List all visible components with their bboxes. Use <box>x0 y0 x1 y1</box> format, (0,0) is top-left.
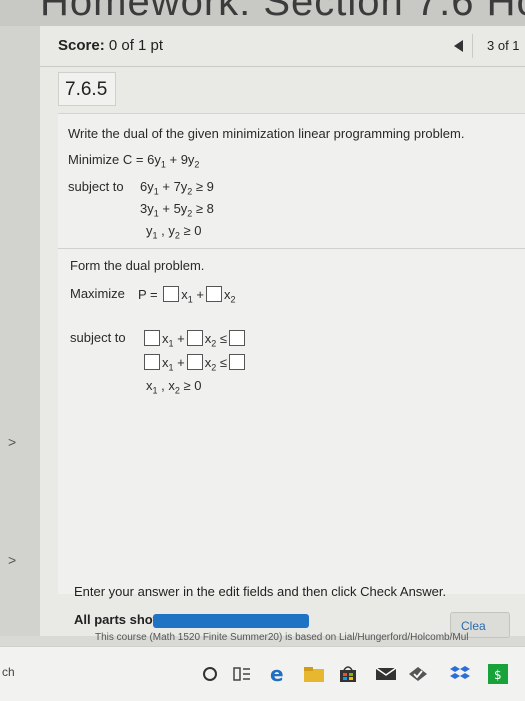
objective-function: C = 6y1 + 9y2 <box>122 152 200 170</box>
score-value: 0 of 1 pt <box>108 37 164 54</box>
c1-coef-x1-input[interactable] <box>144 330 160 346</box>
parts-progress-bar <box>153 614 309 628</box>
course-info: This course (Math 1520 Finite Summer20) … <box>95 632 469 643</box>
objective-word: Minimize <box>68 152 120 167</box>
c1-rhs-input[interactable] <box>229 330 245 346</box>
dual-constraint-label: subject to <box>70 330 126 345</box>
dual-constraint-1: x1 + x2 ≤ <box>142 330 247 349</box>
objective-line: Minimize C = 6y1 + 9y2 <box>68 152 199 170</box>
dual-constraint-2: x1 + x2 ≤ <box>142 354 247 373</box>
objective-coef-x2-input[interactable] <box>206 286 222 302</box>
file-explorer-icon[interactable] <box>300 661 328 687</box>
question-prompt: Write the dual of the given minimization… <box>68 126 465 141</box>
primal-nonnegativity: y1 , y2 ≥ 0 <box>146 223 202 241</box>
mail-icon[interactable] <box>372 661 400 687</box>
checkmark-app-icon[interactable] <box>404 661 432 687</box>
store-bag-icon[interactable] <box>334 661 362 687</box>
c2-rhs-input[interactable] <box>229 354 245 370</box>
score-display: Score: 0 of 1 pt <box>58 37 163 54</box>
taskbar: ch e $ <box>0 646 525 701</box>
dual-objective-function: P = x1 + x2 <box>138 286 236 305</box>
question-id: 7.6.5 <box>58 72 116 106</box>
question-panel: Score: 0 of 1 pt 3 of 1 7.6.5 Write the … <box>40 26 525 636</box>
dual-nonnegativity: x1 , x2 ≥ 0 <box>146 378 202 396</box>
left-sidebar-strip: > > <box>0 26 40 636</box>
previous-question-icon[interactable] <box>454 40 463 52</box>
constraint-label: subject to <box>68 179 124 194</box>
page-banner: Homework: Section 7.6 Homewo <box>0 0 525 26</box>
green-app-icon[interactable]: $ <box>484 661 512 687</box>
c2-coef-x2-input[interactable] <box>186 354 203 370</box>
dropbox-icon[interactable] <box>446 661 474 687</box>
score-bar: Score: 0 of 1 pt 3 of 1 <box>40 26 525 67</box>
section-divider <box>58 248 525 249</box>
objective-coef-x1-input[interactable] <box>163 286 180 302</box>
dual-objective-label: Maximize <box>70 286 125 301</box>
task-view-icon[interactable] <box>228 661 256 687</box>
dual-instruction: Form the dual problem. <box>70 258 205 273</box>
primal-constraint-2: 3y1 + 5y2 ≥ 8 <box>140 201 214 219</box>
question-counter[interactable]: 3 of 1 <box>472 34 525 58</box>
start-circle-icon[interactable] <box>196 661 224 687</box>
score-label: Score: <box>58 37 105 54</box>
primal-constraint-1: 6y1 + 7y2 ≥ 9 <box>140 179 214 197</box>
expand-chevron-icon[interactable]: > <box>8 552 16 568</box>
c2-coef-x1-input[interactable] <box>144 354 160 370</box>
svg-text:$: $ <box>494 668 502 682</box>
taskbar-search-text[interactable]: ch <box>2 665 15 679</box>
svg-text:e: e <box>270 663 284 685</box>
answer-instruction: Enter your answer in the edit fields and… <box>74 584 447 599</box>
edge-browser-icon[interactable]: e <box>264 661 292 687</box>
banner-title: Homework: Section 7.6 Homewo <box>40 0 525 24</box>
expand-chevron-icon[interactable]: > <box>8 434 16 450</box>
c1-coef-x2-input[interactable] <box>186 330 203 346</box>
question-content: Write the dual of the given minimization… <box>58 113 525 594</box>
